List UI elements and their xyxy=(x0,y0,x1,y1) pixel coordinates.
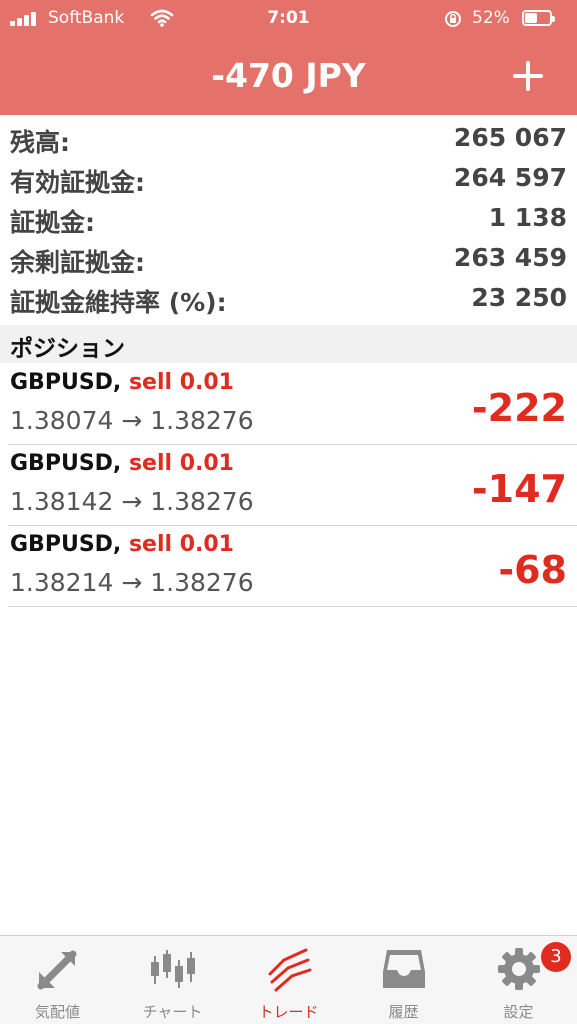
account-value: 263 459 xyxy=(453,243,567,272)
tab-bar: 気配値 チャート トレード 履歴 3 設定 xyxy=(0,935,577,1024)
position-symbol: GBPUSD, xyxy=(10,370,122,395)
position-profit: -68 xyxy=(498,548,567,592)
candlestick-chart-icon xyxy=(151,950,195,988)
gear-icon xyxy=(498,948,540,990)
account-row: 有効証拠金: 264 597 xyxy=(0,158,577,198)
tab-history[interactable]: 履歴 xyxy=(346,936,461,1024)
tab-trade[interactable]: トレード xyxy=(231,936,346,1024)
account-value: 23 250 xyxy=(471,283,567,312)
tab-label: チャート xyxy=(142,1003,203,1021)
account-value: 264 597 xyxy=(453,163,567,192)
positions-section-header: ポジション xyxy=(0,325,577,363)
account-row: 証拠金維持率 (%): 23 250 xyxy=(0,278,577,318)
account-value: 265 067 xyxy=(453,123,567,152)
status-bar: SoftBank 7:01 52% xyxy=(0,0,577,38)
tab-label: 設定 xyxy=(503,1003,534,1021)
tab-chart[interactable]: チャート xyxy=(115,936,230,1024)
position-profit: -147 xyxy=(471,467,567,511)
account-row: 証拠金: 1 138 xyxy=(0,198,577,238)
section-title: ポジション xyxy=(10,336,125,362)
floating-pl-title: -470 JPY xyxy=(211,56,366,95)
position-row[interactable]: GBPUSD, sell 0.01 1.38214 → 1.38276 -68 xyxy=(8,526,577,607)
account-row: 残高: 265 067 xyxy=(0,118,577,158)
tab-label: トレード xyxy=(258,1003,319,1021)
account-label: 有効証拠金: xyxy=(10,168,145,197)
notification-badge: 3 xyxy=(541,942,571,972)
tab-label: 履歴 xyxy=(388,1003,419,1021)
account-row: 余剰証拠金: 263 459 xyxy=(0,238,577,278)
quotes-arrows-icon xyxy=(37,950,77,990)
trade-chart-icon xyxy=(268,948,312,992)
position-header: GBPUSD, sell 0.01 xyxy=(10,370,234,395)
position-header: GBPUSD, sell 0.01 xyxy=(10,532,234,557)
position-row[interactable]: GBPUSD, sell 0.01 1.38074 → 1.38276 -222 xyxy=(8,364,577,445)
inbox-history-icon xyxy=(383,950,425,988)
position-profit: -222 xyxy=(471,386,567,430)
account-value: 1 138 xyxy=(488,203,567,232)
tab-label: 気配値 xyxy=(34,1003,80,1021)
top-bar: SoftBank 7:01 52% -470 JPY xyxy=(0,0,577,115)
account-summary: 残高: 265 067 有効証拠金: 264 597 証拠金: 1 138 余剰証拠金: 26… xyxy=(0,118,577,318)
account-label: 証拠金: xyxy=(10,208,95,237)
position-side: sell 0.01 xyxy=(128,370,234,395)
tab-quotes[interactable]: 気配値 xyxy=(0,936,115,1024)
rotation-lock-icon xyxy=(445,11,461,27)
account-label: 証拠金維持率 (%): xyxy=(10,288,227,317)
position-prices: 1.38142 → 1.38276 xyxy=(10,487,254,516)
position-row[interactable]: GBPUSD, sell 0.01 1.38142 → 1.38276 -147 xyxy=(8,445,577,526)
positions-list: GBPUSD, sell 0.01 1.38074 → 1.38276 -222 GB… xyxy=(0,364,577,607)
tab-settings[interactable]: 3 設定 xyxy=(461,936,576,1024)
position-prices: 1.38214 → 1.38276 xyxy=(10,568,254,597)
battery-icon xyxy=(522,10,555,26)
account-label: 余剰証拠金: xyxy=(10,248,145,277)
plus-icon[interactable] xyxy=(506,54,550,98)
position-side: sell 0.01 xyxy=(128,451,234,476)
position-side: sell 0.01 xyxy=(128,532,234,557)
position-symbol: GBPUSD, xyxy=(10,451,122,476)
battery-percent: 52% xyxy=(472,8,510,28)
position-symbol: GBPUSD, xyxy=(10,532,122,557)
position-header: GBPUSD, sell 0.01 xyxy=(10,451,234,476)
position-prices: 1.38074 → 1.38276 xyxy=(10,406,254,435)
account-label: 残高: xyxy=(10,128,70,157)
